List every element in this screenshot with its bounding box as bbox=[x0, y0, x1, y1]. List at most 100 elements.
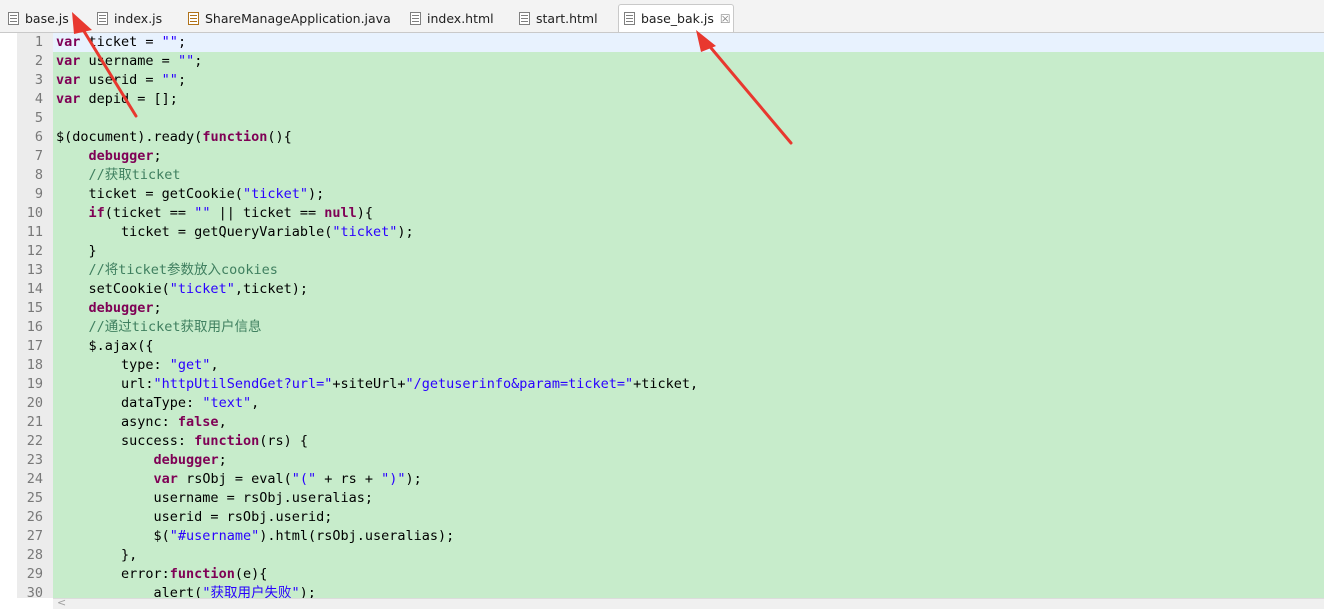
code-line[interactable]: 30 alert("获取用户失败"); bbox=[0, 584, 1324, 598]
close-tab-icon[interactable]: ☒ bbox=[720, 12, 731, 26]
line-number: 2 bbox=[34, 53, 43, 69]
line-text: }, bbox=[56, 546, 137, 565]
code-line[interactable]: 2 var username = ""; bbox=[0, 52, 1324, 71]
code-line[interactable]: 11 ticket = getQueryVariable("ticket"); bbox=[0, 223, 1324, 242]
line-number: 18 bbox=[26, 357, 43, 373]
tab-label: base_bak.js bbox=[641, 11, 714, 26]
keyword-token: var bbox=[153, 471, 178, 487]
code-line[interactable]: 13 //将ticket参数放入cookies bbox=[0, 261, 1324, 280]
code-line[interactable]: 19 url:"httpUtilSendGet?url="+siteUrl+"/… bbox=[0, 375, 1324, 394]
line-number: 4 bbox=[34, 91, 43, 107]
line-number: 14 bbox=[26, 281, 43, 297]
code-token: ).html(rsObj.useralias); bbox=[259, 528, 455, 544]
code-line[interactable]: 7 debugger; bbox=[0, 147, 1324, 166]
code-line[interactable]: 9 ticket = getCookie("ticket"); bbox=[0, 185, 1324, 204]
keyword-token: if bbox=[88, 205, 105, 221]
code-token: ); bbox=[397, 224, 414, 240]
code-line[interactable]: 20 dataType: "text", bbox=[0, 394, 1324, 413]
tab-label: index.html bbox=[427, 10, 494, 26]
line-text: url:"httpUtilSendGet?url="+siteUrl+"/get… bbox=[56, 375, 698, 394]
string-token: "获取用户失败" bbox=[202, 585, 300, 598]
line-number: 7 bbox=[34, 148, 43, 164]
keyword-token: function bbox=[194, 433, 260, 449]
line-number: 30 bbox=[26, 585, 43, 598]
line-text: if(ticket == "" || ticket == null){ bbox=[56, 204, 374, 223]
string-token: ")" bbox=[381, 471, 406, 487]
code-token: , bbox=[251, 395, 260, 411]
code-line[interactable]: 8 //获取ticket bbox=[0, 166, 1324, 185]
keyword-token: var bbox=[56, 72, 81, 88]
line-number: 21 bbox=[26, 414, 43, 430]
code-line[interactable]: 24 var rsObj = eval("(" + rs + ")"); bbox=[0, 470, 1324, 489]
line-text: var depid = []; bbox=[56, 90, 178, 109]
line-text: //将ticket参数放入cookies bbox=[56, 261, 278, 280]
line-text: var userid = ""; bbox=[56, 71, 186, 90]
code-line[interactable]: 12 } bbox=[0, 242, 1324, 261]
code-line[interactable]: 25 username = rsObj.useralias; bbox=[0, 489, 1324, 508]
tab-index-html[interactable]: index.html bbox=[410, 4, 494, 32]
code-token: $( bbox=[56, 528, 170, 544]
code-token: alert( bbox=[56, 585, 203, 598]
code-token: ticket = getQueryVariable( bbox=[56, 224, 333, 240]
line-text: var ticket = ""; bbox=[56, 33, 186, 52]
code-token: ); bbox=[307, 186, 325, 202]
tab-label: ShareManageApplication.java bbox=[205, 10, 391, 26]
code-line[interactable]: 27 $("#username").html(rsObj.useralias); bbox=[0, 527, 1324, 546]
line-text: $("#username").html(rsObj.useralias); bbox=[56, 527, 455, 546]
code-line[interactable]: 22 success: function(rs) { bbox=[0, 432, 1324, 451]
code-line[interactable]: 1 var ticket = ""; bbox=[0, 33, 1324, 52]
code-line[interactable]: 26 userid = rsObj.userid; bbox=[0, 508, 1324, 527]
scroll-left-arrow[interactable]: < bbox=[57, 596, 66, 609]
code-line[interactable]: 10 if(ticket == "" || ticket == null){ bbox=[0, 204, 1324, 223]
tab-base-bak-js[interactable]: base_bak.js ☒ bbox=[618, 4, 734, 32]
tab-index-js[interactable]: index.js bbox=[97, 4, 162, 32]
line-number: 13 bbox=[26, 262, 43, 278]
line-text: ticket = getCookie("ticket"); bbox=[56, 185, 325, 204]
line-number: 26 bbox=[26, 509, 43, 525]
code-token: ; bbox=[177, 72, 187, 88]
tab-start-html[interactable]: start.html bbox=[519, 4, 598, 32]
horizontal-scrollbar[interactable]: < bbox=[53, 596, 1324, 609]
tab-label: base.js bbox=[25, 10, 69, 26]
line-number: 27 bbox=[26, 528, 43, 544]
code-line[interactable]: 3 var userid = ""; bbox=[0, 71, 1324, 90]
code-token: +siteUrl+ bbox=[332, 376, 406, 392]
line-number: 25 bbox=[26, 490, 43, 506]
code-token: (ticket == bbox=[104, 205, 195, 221]
code-line[interactable]: 28 }, bbox=[0, 546, 1324, 565]
code-line[interactable]: 18 type: "get", bbox=[0, 356, 1324, 375]
code-token: url: bbox=[56, 376, 154, 392]
line-text: type: "get", bbox=[56, 356, 219, 375]
code-line[interactable]: 17 $.ajax({ bbox=[0, 337, 1324, 356]
code-line[interactable]: 4 var depid = []; bbox=[0, 90, 1324, 109]
code-token: + rs + bbox=[316, 471, 382, 487]
java-file-icon bbox=[188, 11, 199, 25]
code-line[interactable]: 16 //通过ticket获取用户信息 bbox=[0, 318, 1324, 337]
line-text: debugger; bbox=[56, 451, 227, 470]
line-text: setCookie("ticket",ticket); bbox=[56, 280, 308, 299]
string-token: "ticket" bbox=[169, 281, 235, 297]
code-line[interactable]: 23 debugger; bbox=[0, 451, 1324, 470]
code-line[interactable]: 29 error:function(e){ bbox=[0, 565, 1324, 584]
tab-base-js[interactable]: base.js bbox=[8, 4, 69, 32]
code-token: $(document).ready( bbox=[56, 129, 203, 145]
keyword-token: function bbox=[202, 129, 268, 145]
line-number: 29 bbox=[26, 566, 43, 582]
code-line[interactable]: 15 debugger; bbox=[0, 299, 1324, 318]
code-line[interactable]: 21 async: false, bbox=[0, 413, 1324, 432]
tab-sharemanageapplication-java[interactable]: ShareManageApplication.java bbox=[188, 4, 391, 32]
code-line[interactable]: 5 bbox=[0, 109, 1324, 128]
code-line[interactable]: 14 setCookie("ticket",ticket); bbox=[0, 280, 1324, 299]
code-token: type: bbox=[56, 357, 170, 373]
code-token: || ticket == bbox=[210, 205, 325, 221]
line-number: 16 bbox=[26, 319, 43, 335]
code-token: (e){ bbox=[234, 566, 268, 582]
string-token: "httpUtilSendGet?url=" bbox=[153, 376, 333, 392]
code-line[interactable]: 6 $(document).ready(function(){ bbox=[0, 128, 1324, 147]
code-editor[interactable]: 1 var ticket = ""; 2 var username = ""; 3 var… bbox=[0, 33, 1324, 598]
